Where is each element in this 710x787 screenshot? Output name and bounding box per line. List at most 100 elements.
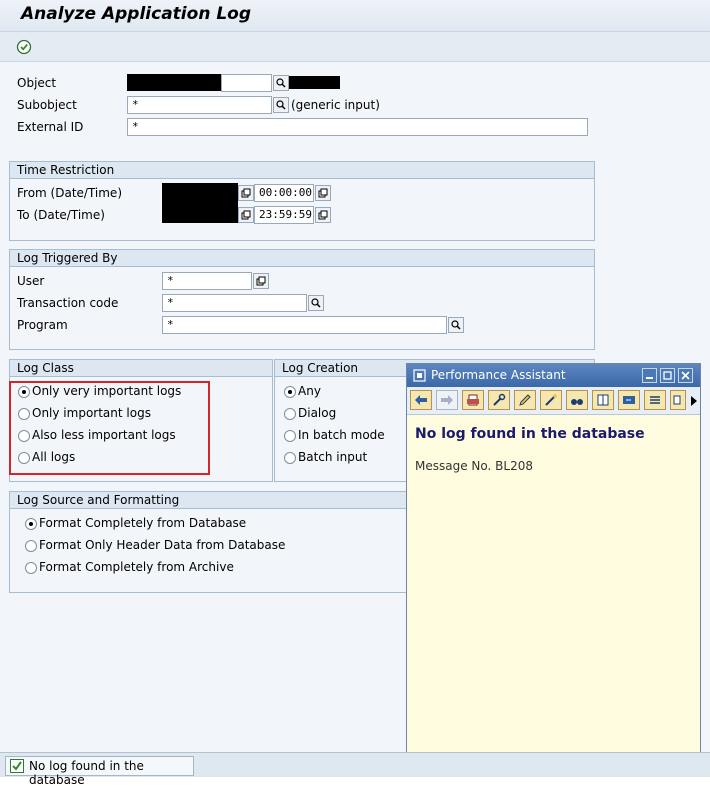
subobject-hint: (generic input) <box>291 98 380 112</box>
object-label: Object <box>17 76 57 90</box>
log-creation-option-label: Any <box>298 384 321 398</box>
copy-icon <box>256 276 266 286</box>
performance-assistant-heading: No log found in the database <box>415 426 645 442</box>
to-time-input[interactable]: 23:59:59 <box>254 206 314 224</box>
from-date-picker-button[interactable] <box>238 185 254 201</box>
copy-icon <box>318 188 328 198</box>
log-triggered-by-title: Log Triggered By <box>10 250 594 267</box>
maximize-icon <box>663 371 672 380</box>
subobject-input[interactable]: * <box>127 96 272 114</box>
search-icon <box>276 78 286 88</box>
minimize-button[interactable] <box>642 368 657 383</box>
object-redacted <box>127 74 221 91</box>
from-time-picker-button[interactable] <box>315 185 331 201</box>
status-message: No log found in the database <box>29 759 144 787</box>
time-restriction-title: Time Restriction <box>10 162 594 179</box>
performance-assistant-message-number: Message No. BL208 <box>415 459 533 473</box>
transaction-code-input[interactable]: * <box>162 294 307 312</box>
log-creation-option-label: Dialog <box>298 406 337 420</box>
log-source-option-label: Format Completely from Database <box>39 516 247 530</box>
title-bar: Analyze Application Log <box>0 0 710 32</box>
document-icon <box>467 394 479 406</box>
log-source-radio-2[interactable] <box>25 562 37 574</box>
back-button[interactable] <box>410 390 432 410</box>
log-source-radio-0[interactable] <box>25 518 37 530</box>
arrow-left-icon <box>415 395 427 405</box>
chevron-right-icon[interactable] <box>691 396 697 406</box>
log-source-option-label: Format Completely from Archive <box>39 560 234 574</box>
maximize-button[interactable] <box>660 368 675 383</box>
search-button[interactable] <box>566 390 588 410</box>
log-class-highlight-box <box>9 381 210 475</box>
monitor-icon <box>623 396 635 404</box>
log-source-option-label: Format Only Header Data from Database <box>39 538 286 552</box>
log-class-title: Log Class <box>10 360 272 377</box>
log-creation-radio-3[interactable] <box>284 452 296 464</box>
performance-assistant-title: Performance Assistant <box>431 368 566 382</box>
success-check-icon <box>10 759 24 773</box>
to-date-picker-button[interactable] <box>238 207 254 223</box>
log-creation-radio-1[interactable] <box>284 408 296 420</box>
performance-assistant-titlebar[interactable]: Performance Assistant <box>407 364 700 387</box>
more-button[interactable] <box>670 390 686 410</box>
subobject-label: Subobject <box>17 98 77 112</box>
wand-icon <box>545 394 557 406</box>
performance-assistant-toolbar <box>407 387 700 415</box>
to-datetime-label: To (Date/Time) <box>17 208 105 222</box>
display-button[interactable] <box>618 390 640 410</box>
minimize-icon <box>646 377 653 379</box>
list-icon <box>650 396 660 404</box>
check-icon <box>12 761 22 771</box>
overflow-icon <box>673 395 681 405</box>
close-button[interactable] <box>678 368 693 383</box>
print-button[interactable] <box>462 390 484 410</box>
log-creation-radio-2[interactable] <box>284 430 296 442</box>
program-search-button[interactable] <box>448 317 464 333</box>
options-button[interactable] <box>644 390 666 410</box>
dates-redacted <box>162 183 238 223</box>
copy-icon <box>318 210 328 220</box>
external-id-input[interactable]: * <box>127 118 588 136</box>
log-creation-radio-0[interactable] <box>284 386 296 398</box>
status-bar: No log found in the database <box>0 752 710 787</box>
object-text-redacted <box>289 76 340 89</box>
window-title: Analyze Application Log <box>21 4 252 24</box>
copy-icon <box>241 188 251 198</box>
arrow-right-icon <box>441 395 453 405</box>
subobject-search-button[interactable] <box>273 97 289 113</box>
copy-icon <box>241 210 251 220</box>
object-input[interactable] <box>221 74 272 92</box>
transaction-code-search-button[interactable] <box>308 295 324 311</box>
forward-button[interactable] <box>436 390 458 410</box>
technical-info-button[interactable] <box>488 390 510 410</box>
book-button[interactable] <box>592 390 614 410</box>
program-input[interactable]: * <box>162 316 447 334</box>
close-icon <box>681 371 690 380</box>
from-time-input[interactable]: 00:00:00 <box>254 184 314 202</box>
book-icon <box>597 394 609 406</box>
object-search-button[interactable] <box>273 75 289 91</box>
status-message-box[interactable]: No log found in the database <box>5 756 194 787</box>
search-icon <box>276 100 286 110</box>
user-input[interactable]: * <box>162 272 252 290</box>
binoculars-icon <box>571 399 583 405</box>
tool-button[interactable] <box>540 390 562 410</box>
user-label: User <box>17 274 45 288</box>
from-datetime-label: From (Date/Time) <box>17 186 122 200</box>
user-multiselect-button[interactable] <box>253 273 269 289</box>
log-source-radio-1[interactable] <box>25 540 37 552</box>
window-icon <box>413 369 426 382</box>
application-toolbar <box>0 32 710 62</box>
external-id-label: External ID <box>17 120 84 134</box>
transaction-code-label: Transaction code <box>17 296 119 310</box>
program-label: Program <box>17 318 68 332</box>
search-icon <box>451 320 461 330</box>
edit-button[interactable] <box>514 390 536 410</box>
execute-icon[interactable] <box>16 39 32 55</box>
log-creation-option-label: Batch input <box>298 450 368 464</box>
search-icon <box>311 298 321 308</box>
to-time-picker-button[interactable] <box>315 207 331 223</box>
log-creation-option-label: In batch mode <box>298 428 385 442</box>
pencil-icon <box>519 394 531 406</box>
tools-icon <box>493 393 506 406</box>
